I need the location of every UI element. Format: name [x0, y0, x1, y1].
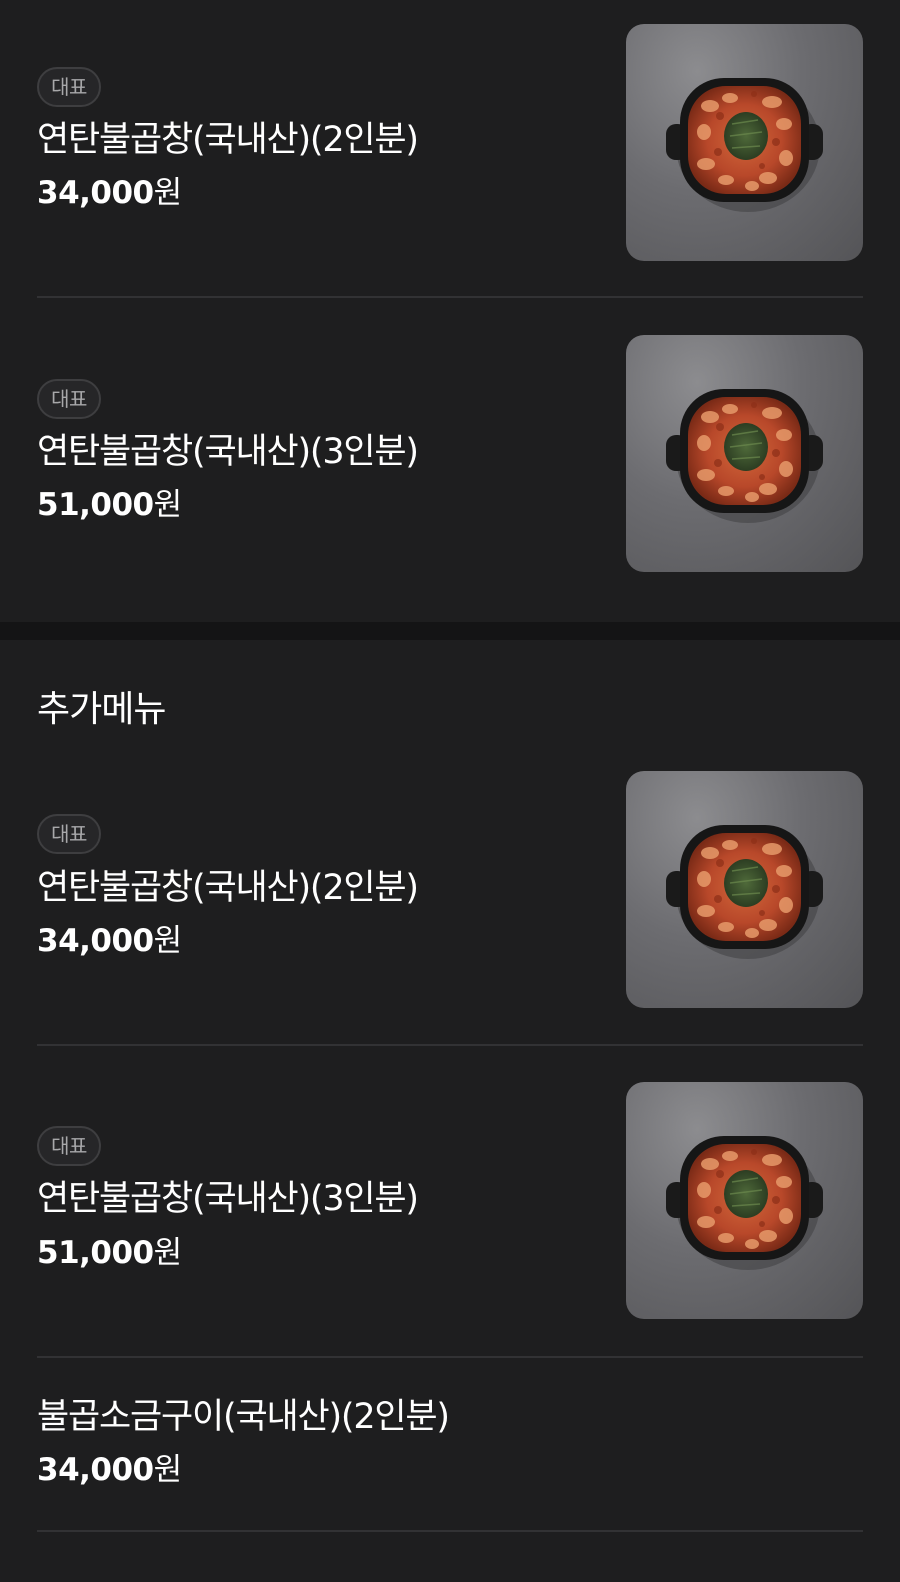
menu-item-name: 연탄불곱창(국내산)(2인분) — [37, 120, 419, 160]
menu-item-price: 51,000원 — [37, 487, 182, 523]
representative-badge: 대표 — [37, 379, 101, 419]
section-separator — [0, 622, 900, 640]
representative-badge: 대표 — [37, 814, 101, 854]
menu-item-name: 연탄불곱창(국내산)(3인분) — [37, 432, 419, 472]
menu-item-price: 34,000원 — [37, 1452, 182, 1488]
representative-badge: 대표 — [37, 67, 101, 107]
representative-menu-section: 대표 연탄불곱창(국내산)(2인분) 34,000원 대표 연탄불곱창(국내산)… — [0, 0, 900, 622]
menu-item-photo[interactable] — [626, 24, 863, 261]
menu-item[interactable]: 대표 연탄불곱창(국내산)(3인분) 51,000원 — [37, 298, 863, 622]
representative-badge: 대표 — [37, 1126, 101, 1166]
menu-item-name: 불곱소금구이(국내산)(2인분) — [37, 1397, 450, 1437]
menu-item[interactable]: 불곱소금구이(국내산)(2인분) 34,000원 — [37, 1357, 863, 1532]
item-divider — [37, 1530, 863, 1532]
extra-menu-section: 추가메뉴 대표 연탄불곱창(국내산)(2인분) 34,000원 대표 연탄불곱창… — [0, 640, 900, 1582]
menu-item[interactable]: 대표 연탄불곱창(국내산)(2인분) 34,000원 — [37, 0, 863, 298]
menu-item-price: 34,000원 — [37, 923, 182, 959]
menu-item[interactable]: 대표 연탄불곱창(국내산)(2인분) 34,000원 — [37, 771, 863, 1046]
menu-item[interactable]: 대표 연탄불곱창(국내산)(3인분) 51,000원 — [37, 1045, 863, 1358]
menu-item-price: 34,000원 — [37, 175, 182, 211]
menu-item-name: 연탄불곱창(국내산)(2인분) — [37, 868, 419, 908]
section-title: 추가메뉴 — [37, 689, 166, 730]
menu-item-photo[interactable] — [626, 335, 863, 572]
menu-item-photo[interactable] — [626, 1082, 863, 1319]
menu-item-photo[interactable] — [626, 771, 863, 1008]
menu-item-name: 연탄불곱창(국내산)(3인분) — [37, 1179, 419, 1219]
menu-item-price: 51,000원 — [37, 1235, 182, 1271]
